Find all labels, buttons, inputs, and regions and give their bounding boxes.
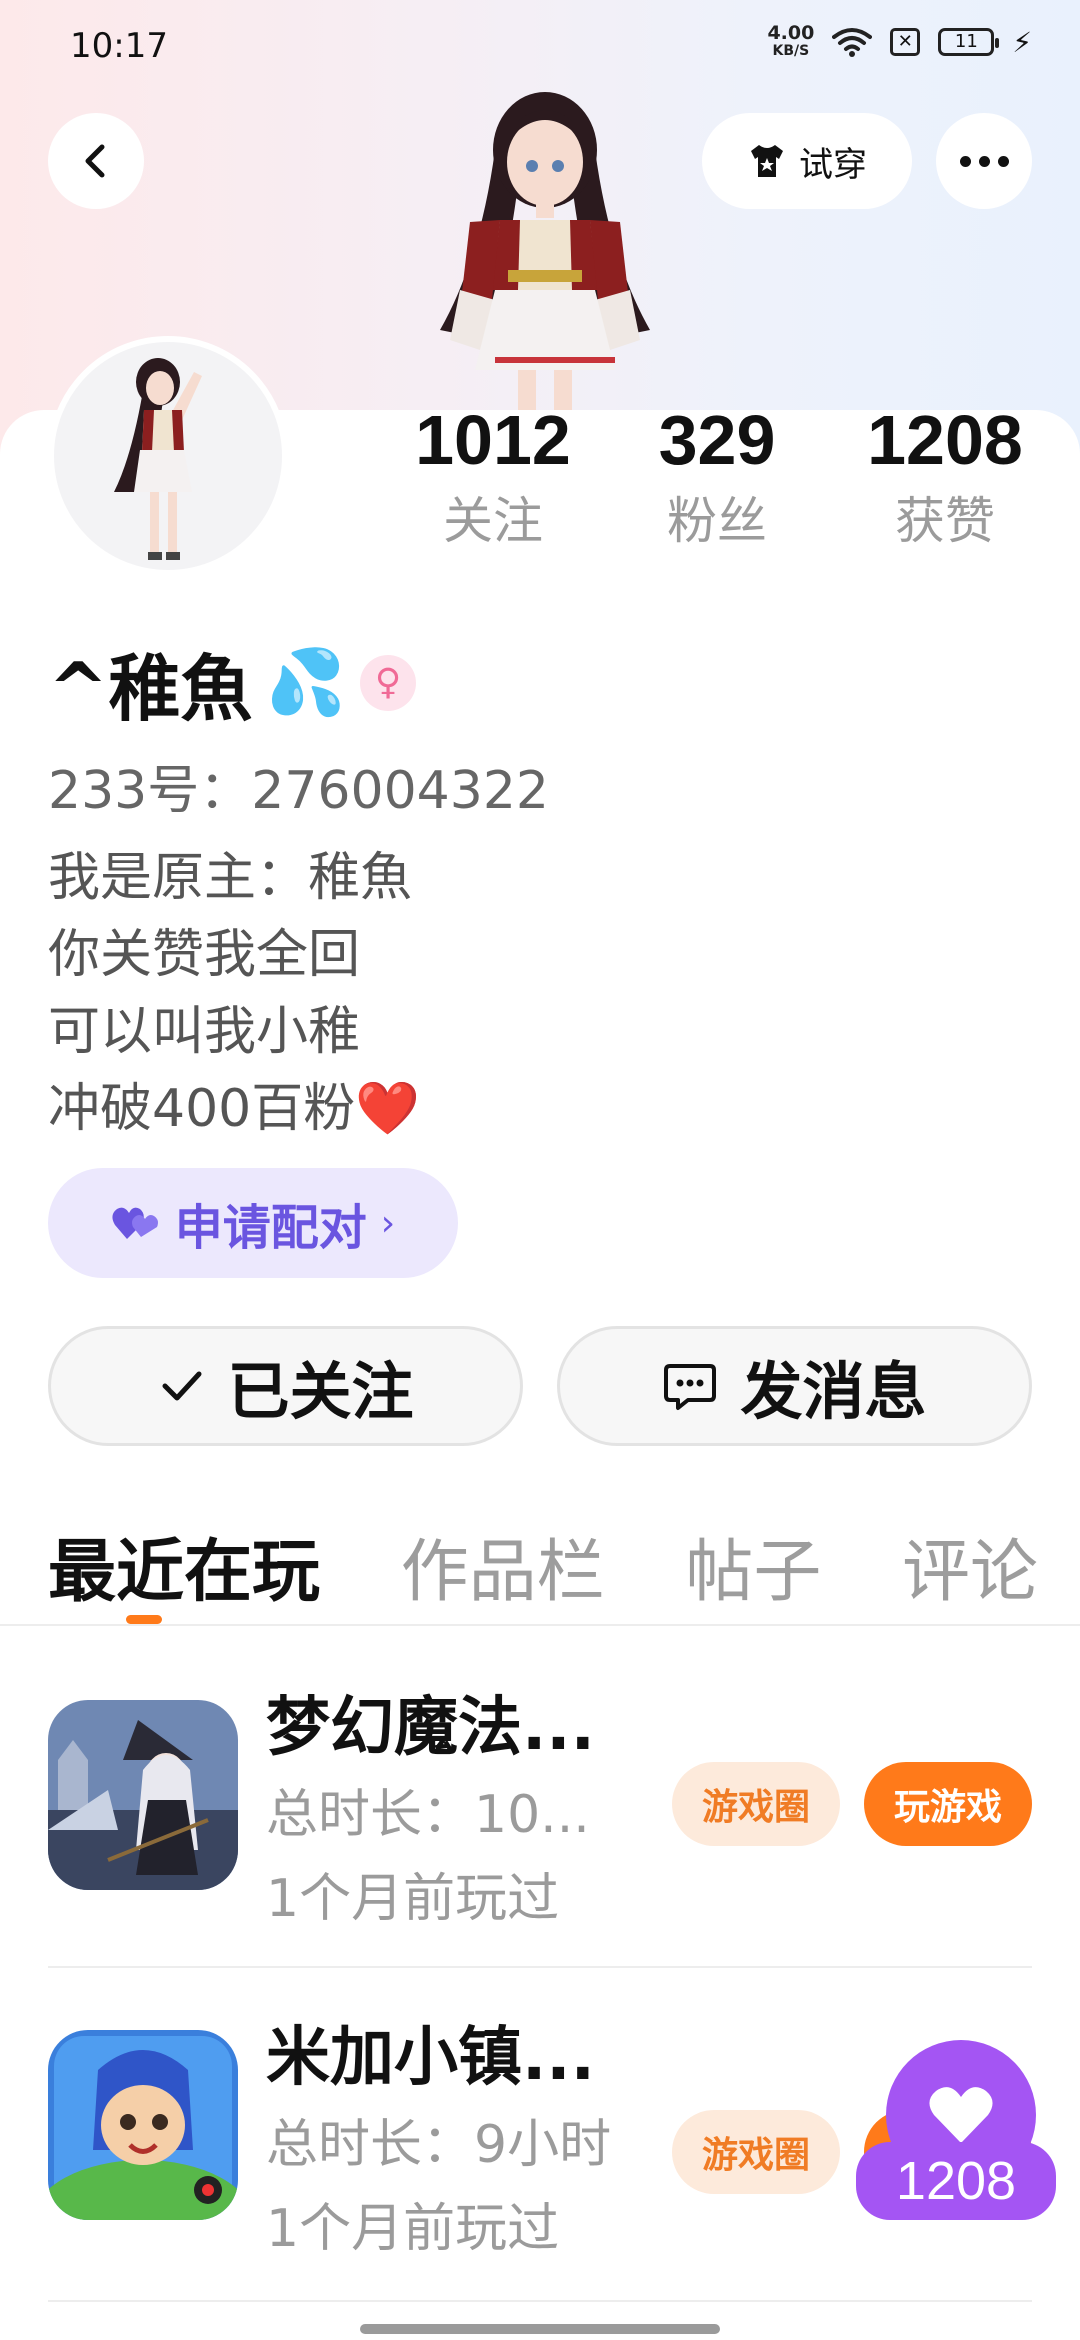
game-title: 米加小镇... bbox=[266, 2021, 595, 2095]
followed-button[interactable]: 已关注 bbox=[48, 1326, 523, 1446]
fans-label: 粉丝 bbox=[667, 492, 767, 550]
like-floating-button[interactable]: 1208 bbox=[856, 2040, 1056, 2220]
double-heart-icon bbox=[112, 1207, 158, 1239]
user-id: 233号：276004322 bbox=[48, 761, 550, 821]
avatar-character-image bbox=[440, 92, 650, 420]
charging-icon: ⚡ bbox=[1012, 25, 1032, 59]
status-time: 10:17 bbox=[70, 26, 168, 66]
bio-line: 你关赞我全回 bbox=[48, 925, 361, 985]
game-icon-miga-town bbox=[48, 2030, 238, 2220]
profile-tabs: 最近在玩 作品栏 帖子 评论 bbox=[48, 1516, 1038, 1626]
game-duration: 总时长：10... bbox=[266, 1785, 590, 1845]
chevron-right-icon: › bbox=[380, 1202, 396, 1244]
tab-posts[interactable]: 帖子 bbox=[685, 1516, 821, 1626]
avatar[interactable] bbox=[48, 336, 288, 576]
divider bbox=[48, 1966, 1032, 1968]
wifi-icon bbox=[832, 28, 873, 57]
tab-comments[interactable]: 评论 bbox=[902, 1516, 1038, 1626]
try-on-button[interactable]: 试穿 bbox=[702, 113, 912, 209]
tab-works[interactable]: 作品栏 bbox=[401, 1516, 605, 1626]
game-circle-button[interactable]: 游戏圈 bbox=[672, 2110, 840, 2194]
username-row: ^稚魚 💦 ♀ bbox=[48, 630, 417, 735]
battery-icon: 11 bbox=[938, 28, 1000, 56]
tab-recently-played[interactable]: 最近在玩 bbox=[48, 1516, 320, 1626]
following-stat[interactable]: 1012 关注 bbox=[393, 398, 593, 556]
chat-bubble-icon bbox=[664, 1364, 717, 1410]
no-sim-icon: ✕ bbox=[890, 28, 921, 56]
more-options-button[interactable] bbox=[936, 113, 1032, 209]
bio-line: 冲破400百粉❤️ bbox=[48, 1079, 420, 1139]
active-tab-indicator bbox=[126, 1615, 162, 1624]
try-on-label: 试穿 bbox=[799, 144, 867, 185]
game-duration: 总时长：9小时 bbox=[266, 2115, 612, 2175]
send-message-button[interactable]: 发消息 bbox=[557, 1326, 1032, 1446]
game-last-played: 1个月前玩过 bbox=[266, 2199, 560, 2259]
home-indicator[interactable] bbox=[360, 2324, 720, 2334]
game-last-played: 1个月前玩过 bbox=[266, 1869, 560, 1929]
fans-count: 329 bbox=[658, 401, 776, 479]
more-dots-icon bbox=[959, 155, 1009, 167]
bio-line: 我是原主：稚魚 bbox=[48, 848, 413, 908]
sweat-droplets-emoji: 💦 bbox=[266, 646, 347, 720]
following-count: 1012 bbox=[415, 401, 571, 479]
network-speed: 4.00 KB/S bbox=[767, 22, 815, 60]
divider bbox=[0, 1624, 1080, 1626]
bio-line: 可以叫我小稚 bbox=[48, 1002, 361, 1062]
send-message-label: 发消息 bbox=[740, 1355, 927, 1428]
apply-pairing-label: 申请配对 bbox=[174, 1200, 367, 1256]
avatar-character-thumbnail bbox=[114, 358, 202, 560]
status-icons: 4.00 KB/S ✕ 11 ⚡ bbox=[767, 24, 1032, 60]
likes-label: 获赞 bbox=[895, 492, 995, 550]
user-bio: 我是原主：稚魚 你关赞我全回 可以叫我小稚 冲破400百粉❤️ bbox=[48, 840, 420, 1148]
followed-label: 已关注 bbox=[227, 1355, 414, 1428]
username: ^稚魚 bbox=[48, 647, 253, 731]
back-arrow-icon bbox=[85, 144, 105, 178]
heart-icon bbox=[929, 2087, 993, 2143]
game-circle-button[interactable]: 游戏圈 bbox=[672, 1762, 840, 1846]
female-gender-icon: ♀ bbox=[360, 654, 417, 711]
likes-count: 1208 bbox=[867, 401, 1023, 479]
divider bbox=[48, 2300, 1032, 2302]
fans-stat[interactable]: 329 粉丝 bbox=[617, 398, 817, 556]
following-label: 关注 bbox=[443, 492, 543, 550]
like-count: 1208 bbox=[856, 2142, 1056, 2220]
play-game-button[interactable]: 玩游戏 bbox=[864, 1762, 1032, 1846]
likes-stat[interactable]: 1208 获赞 bbox=[845, 398, 1045, 556]
check-icon bbox=[162, 1371, 202, 1401]
apply-pairing-button[interactable]: 申请配对 › bbox=[48, 1168, 458, 1278]
game-icon-magic-dream bbox=[48, 1700, 238, 1890]
back-button[interactable] bbox=[48, 113, 144, 209]
game-title: 梦幻魔法... bbox=[266, 1691, 595, 1765]
tshirt-icon bbox=[751, 145, 783, 177]
recent-game-item[interactable]: 梦幻魔法... 总时长：10... 1个月前玩过 游戏圈 玩游戏 bbox=[48, 1660, 1032, 1929]
